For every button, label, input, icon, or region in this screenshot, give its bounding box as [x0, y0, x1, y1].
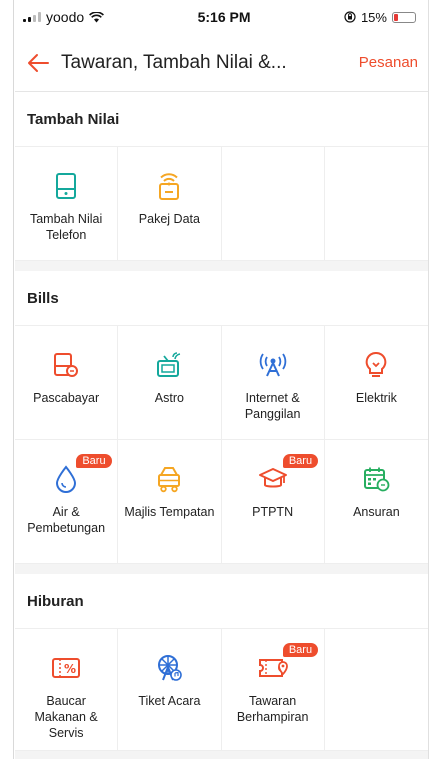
calendar-icon: [361, 464, 391, 494]
water-drop-icon: [51, 464, 81, 494]
service-baucar-makanan-servis[interactable]: % Baucar Makanan & Servis: [15, 629, 119, 751]
ferris-wheel-icon: [154, 653, 184, 683]
service-ansuran[interactable]: Ansuran: [324, 440, 428, 564]
service-tawaran-berhampiran[interactable]: Baru Tawaran Berhampiran: [221, 629, 325, 751]
council-cart-icon: [154, 464, 184, 494]
service-label: Elektrik: [355, 391, 397, 405]
service-elektrik[interactable]: Elektrik: [324, 326, 428, 440]
back-arrow-icon[interactable]: [25, 50, 51, 76]
wifi-icon: [89, 11, 105, 22]
empty-cell: [324, 629, 428, 751]
empty-cell: [324, 147, 428, 261]
new-badge: Baru: [282, 643, 319, 657]
signal-icon: [23, 12, 41, 22]
service-ptptn[interactable]: Baru PTPTN: [221, 440, 325, 564]
service-label: Pakej Data: [138, 212, 200, 226]
service-pascabayar[interactable]: Pascabayar: [15, 326, 119, 440]
service-label: PTPTN: [252, 505, 294, 519]
service-astro[interactable]: Astro: [118, 326, 222, 440]
service-tiket-acara[interactable]: Tiket Acara: [118, 629, 222, 751]
service-tambah-nilai-telefon[interactable]: Tambah Nilai Telefon: [15, 147, 119, 261]
page-title: Tawaran, Tambah Nilai &...: [61, 51, 287, 73]
screen-left-edge: [0, 0, 14, 759]
service-label: Astro: [154, 391, 184, 405]
antenna-icon: [258, 350, 288, 380]
app-screen: yoodo 5:16 PM 15% Tawaran, Tambah Nilai …: [15, 0, 428, 759]
orders-link[interactable]: Pesanan: [359, 54, 418, 71]
phone-icon: [51, 171, 81, 201]
service-label: Baucar Makanan & Servis: [34, 694, 98, 740]
section-entertainment: Hiburan % Baucar Makanan & Servis Tiket …: [15, 574, 428, 751]
service-majlis-tempatan[interactable]: Majlis Tempatan: [118, 440, 222, 564]
service-label: Tambah Nilai Telefon: [29, 212, 103, 242]
service-label: Tawaran Berhampiran: [236, 694, 309, 724]
section-top-up: Tambah Nilai Tambah Nilai Telefon Pakej …: [15, 92, 428, 261]
section-title: Tambah Nilai: [15, 92, 428, 147]
service-pakej-data[interactable]: Pakej Data: [118, 147, 222, 261]
postpaid-icon: [51, 350, 81, 380]
service-air-pembetungan[interactable]: Baru Air & Pembetungan: [15, 440, 119, 564]
section-bills: Bills Pascabayar Astro Internet & Panggi…: [15, 271, 428, 564]
service-label: Pascabayar: [33, 391, 100, 405]
new-badge: Baru: [282, 454, 319, 468]
graduation-cap-icon: [258, 464, 288, 494]
tv-icon: [154, 350, 184, 380]
status-right: 15%: [344, 10, 416, 25]
section-title: Bills: [15, 271, 428, 326]
carrier-name: yoodo: [46, 9, 85, 25]
clock: 5:16 PM: [197, 9, 251, 25]
service-label: Tiket Acara: [138, 694, 201, 708]
battery-icon: [391, 11, 416, 23]
data-signal-icon: [154, 171, 184, 201]
status-left: yoodo: [23, 9, 105, 25]
status-bar: yoodo 5:16 PM 15%: [15, 0, 428, 34]
section-title: Hiburan: [15, 574, 428, 629]
orientation-lock-icon: [344, 11, 356, 23]
nearby-ticket-icon: [258, 653, 288, 683]
service-internet-panggilan[interactable]: Internet & Panggilan: [221, 326, 325, 440]
service-label: Air & Pembetungan: [27, 505, 106, 535]
service-label: Majlis Tempatan: [124, 505, 215, 519]
battery-percent: 15%: [360, 9, 387, 25]
service-label: Ansuran: [353, 505, 400, 519]
lightbulb-icon: [361, 350, 391, 380]
empty-cell: [221, 147, 325, 261]
voucher-icon: %: [51, 653, 81, 683]
new-badge: Baru: [76, 454, 112, 468]
top-nav-bar: Tawaran, Tambah Nilai &... Pesanan: [15, 34, 428, 92]
svg-text:%: %: [64, 662, 76, 676]
service-label: Internet & Panggilan: [244, 391, 301, 421]
